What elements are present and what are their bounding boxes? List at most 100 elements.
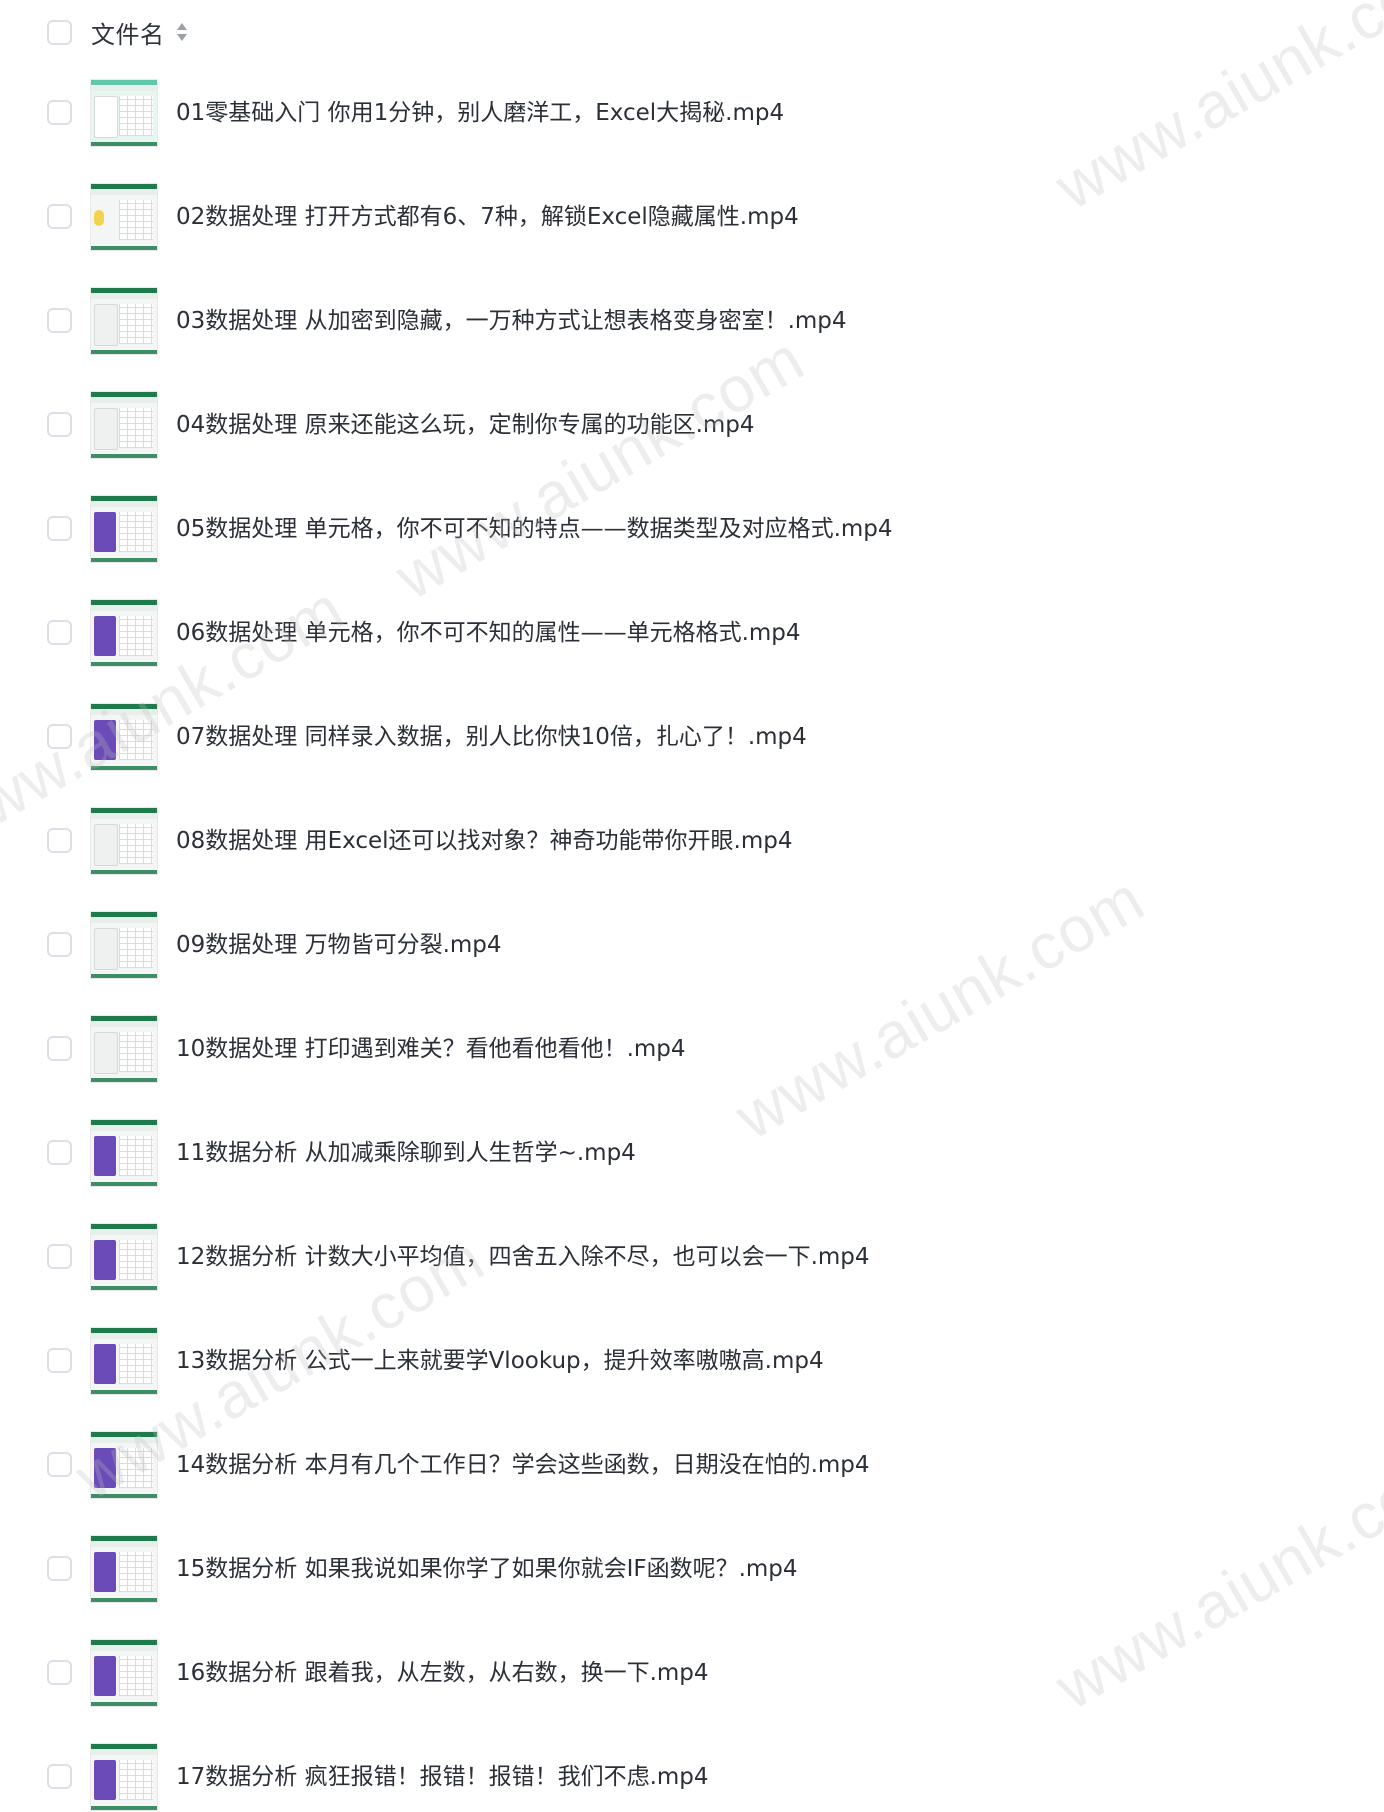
thumbnail-ribbon [91, 1541, 157, 1547]
video-thumbnail[interactable] [91, 1432, 157, 1498]
file-checkbox[interactable] [47, 828, 72, 853]
file-name[interactable]: 02数据处理 打开方式都有6、7种，解锁Excel隐藏属性.mp4 [176, 182, 799, 252]
file-row[interactable]: 05数据处理 单元格，你不可不知的特点——数据类型及对应格式.mp4 [0, 494, 1384, 564]
thumbnail-grid [119, 200, 153, 240]
file-row[interactable]: 08数据处理 用Excel还可以找对象？神奇功能带你开眼.mp4 [0, 806, 1384, 876]
file-row[interactable]: 16数据分析 跟着我，从左数，从右数，换一下.mp4 [0, 1638, 1384, 1708]
video-thumbnail[interactable] [91, 80, 157, 146]
thumbnail-side [94, 616, 116, 656]
video-thumbnail[interactable] [91, 392, 157, 458]
file-row[interactable]: 14数据分析 本月有几个工作日？学会这些函数，日期没在怕的.mp4 [0, 1430, 1384, 1500]
thumbnail-grid [119, 1656, 153, 1696]
file-name[interactable]: 16数据分析 跟着我，从左数，从右数，换一下.mp4 [176, 1638, 709, 1708]
thumbnail-grid [119, 1552, 153, 1592]
thumbnail-ribbon [91, 1333, 157, 1339]
thumbnail-foot [91, 870, 157, 874]
file-name[interactable]: 15数据分析 如果我说如果你学了如果你就会IF函数呢？.mp4 [176, 1534, 798, 1604]
file-row[interactable]: 06数据处理 单元格，你不可不知的属性——单元格格式.mp4 [0, 598, 1384, 668]
file-checkbox[interactable] [47, 516, 72, 541]
file-row[interactable]: 13数据分析 公式一上来就要学Vlookup，提升效率嗷嗷高.mp4 [0, 1326, 1384, 1396]
file-row[interactable]: 09数据处理 万物皆可分裂.mp4 [0, 910, 1384, 980]
thumbnail-ribbon [91, 1125, 157, 1131]
thumbnail-ribbon [91, 709, 157, 715]
thumbnail-ribbon [91, 917, 157, 923]
thumbnail-side [94, 304, 118, 346]
video-thumbnail[interactable] [91, 1744, 157, 1810]
thumbnail-grid [119, 616, 153, 656]
file-name[interactable]: 14数据分析 本月有几个工作日？学会这些函数，日期没在怕的.mp4 [176, 1430, 870, 1500]
file-checkbox[interactable] [47, 1348, 72, 1373]
sort-icon[interactable] [175, 21, 189, 43]
file-checkbox[interactable] [47, 204, 72, 229]
file-name[interactable]: 04数据处理 原来还能这么玩，定制你专属的功能区.mp4 [176, 390, 755, 460]
video-thumbnail[interactable] [91, 600, 157, 666]
file-checkbox[interactable] [47, 620, 72, 645]
file-row[interactable]: 11数据分析 从加减乘除聊到人生哲学~.mp4 [0, 1118, 1384, 1188]
file-name[interactable]: 03数据处理 从加密到隐藏，一万种方式让想表格变身密室！.mp4 [176, 286, 847, 356]
file-name[interactable]: 11数据分析 从加减乘除聊到人生哲学~.mp4 [176, 1118, 636, 1188]
thumbnail-ribbon [91, 501, 157, 507]
video-thumbnail[interactable] [91, 1224, 157, 1290]
file-checkbox[interactable] [47, 1244, 72, 1269]
file-row[interactable]: 03数据处理 从加密到隐藏，一万种方式让想表格变身密室！.mp4 [0, 286, 1384, 356]
video-thumbnail[interactable] [91, 912, 157, 978]
file-checkbox[interactable] [47, 932, 72, 957]
thumbnail-foot [91, 1494, 157, 1498]
thumbnail-foot [91, 1286, 157, 1290]
file-row[interactable]: 01零基础入门 你用1分钟，别人磨洋工，Excel大揭秘.mp4 [0, 78, 1384, 148]
watermark-text: www.aiunk.com [383, 321, 816, 614]
file-checkbox[interactable] [47, 1660, 72, 1685]
file-checkbox[interactable] [47, 1556, 72, 1581]
file-checkbox[interactable] [47, 308, 72, 333]
file-checkbox[interactable] [47, 724, 72, 749]
file-row[interactable]: 12数据分析 计数大小平均值，四舍五入除不尽，也可以会一下.mp4 [0, 1222, 1384, 1292]
file-row[interactable]: 15数据分析 如果我说如果你学了如果你就会IF函数呢？.mp4 [0, 1534, 1384, 1604]
thumbnail-grid [119, 1136, 153, 1176]
video-thumbnail[interactable] [91, 704, 157, 770]
file-name[interactable]: 17数据分析 疯狂报错！报错！报错！我们不虑.mp4 [176, 1742, 709, 1812]
thumbnail-foot [91, 1182, 157, 1186]
file-name[interactable]: 13数据分析 公式一上来就要学Vlookup，提升效率嗷嗷高.mp4 [176, 1326, 824, 1396]
file-row[interactable]: 04数据处理 原来还能这么玩，定制你专属的功能区.mp4 [0, 390, 1384, 460]
video-thumbnail[interactable] [91, 1016, 157, 1082]
thumbnail-ribbon [91, 1021, 157, 1027]
video-thumbnail[interactable] [91, 288, 157, 354]
file-name[interactable]: 10数据处理 打印遇到难关？看他看他看他！.mp4 [176, 1014, 686, 1084]
thumbnail-grid [119, 1240, 153, 1280]
video-thumbnail[interactable] [91, 1640, 157, 1706]
file-name[interactable]: 06数据处理 单元格，你不可不知的属性——单元格格式.mp4 [176, 598, 801, 668]
video-thumbnail[interactable] [91, 496, 157, 562]
video-thumbnail[interactable] [91, 808, 157, 874]
thumbnail-side [94, 1136, 116, 1176]
video-thumbnail[interactable] [91, 184, 157, 250]
file-checkbox[interactable] [47, 1452, 72, 1477]
video-thumbnail[interactable] [91, 1120, 157, 1186]
file-name[interactable]: 01零基础入门 你用1分钟，别人磨洋工，Excel大揭秘.mp4 [176, 78, 784, 148]
file-list-header: 文件名 [47, 15, 189, 49]
file-checkbox[interactable] [47, 1764, 72, 1789]
video-thumbnail[interactable] [91, 1328, 157, 1394]
thumbnail-grid [119, 928, 153, 968]
thumbnail-side [94, 1344, 116, 1384]
video-thumbnail[interactable] [91, 1536, 157, 1602]
file-name[interactable]: 09数据处理 万物皆可分裂.mp4 [176, 910, 502, 980]
thumbnail-side [94, 512, 116, 552]
thumbnail-side [94, 928, 118, 970]
file-checkbox[interactable] [47, 1036, 72, 1061]
file-row[interactable]: 17数据分析 疯狂报错！报错！报错！我们不虑.mp4 [0, 1742, 1384, 1812]
filename-column-title[interactable]: 文件名 [91, 15, 165, 50]
file-name[interactable]: 05数据处理 单元格，你不可不知的特点——数据类型及对应格式.mp4 [176, 494, 893, 564]
select-all-checkbox[interactable] [47, 19, 72, 45]
file-checkbox[interactable] [47, 1140, 72, 1165]
watermark-text: www.aiunk.com [723, 861, 1156, 1154]
thumbnail-ribbon [91, 189, 157, 195]
file-name[interactable]: 07数据处理 同样录入数据，别人比你快10倍，扎心了！.mp4 [176, 702, 807, 772]
thumbnail-grid [119, 824, 153, 864]
file-row[interactable]: 07数据处理 同样录入数据，别人比你快10倍，扎心了！.mp4 [0, 702, 1384, 772]
file-name[interactable]: 12数据分析 计数大小平均值，四舍五入除不尽，也可以会一下.mp4 [176, 1222, 870, 1292]
file-checkbox[interactable] [47, 100, 72, 125]
file-name[interactable]: 08数据处理 用Excel还可以找对象？神奇功能带你开眼.mp4 [176, 806, 792, 876]
file-checkbox[interactable] [47, 412, 72, 437]
file-row[interactable]: 10数据处理 打印遇到难关？看他看他看他！.mp4 [0, 1014, 1384, 1084]
file-row[interactable]: 02数据处理 打开方式都有6、7种，解锁Excel隐藏属性.mp4 [0, 182, 1384, 252]
